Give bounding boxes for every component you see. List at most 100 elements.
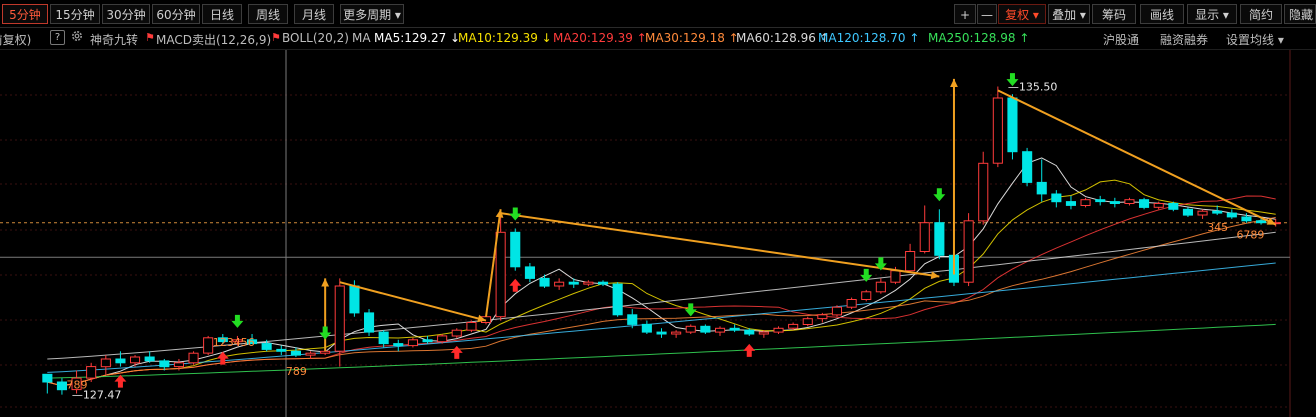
- margin-link[interactable]: 融资融券: [1160, 31, 1208, 48]
- candle-body: [978, 162, 989, 222]
- candle-body: [890, 270, 901, 283]
- gear-icon[interactable]: [70, 29, 84, 43]
- candle-body: [1051, 193, 1062, 203]
- buy-signal-icon: [509, 278, 522, 292]
- candle-body: [1109, 201, 1120, 205]
- trend-arrow-down-1: [339, 281, 487, 322]
- ma-legend-ma250: MA250:128.98 ↑: [928, 31, 1030, 45]
- indicator-ma[interactable]: MA: [352, 31, 371, 45]
- candle-body: [539, 277, 550, 287]
- candle-body: [320, 350, 331, 354]
- candle-body: [203, 337, 214, 354]
- ma-settings-dropdown[interactable]: 设置均线 ▾: [1226, 31, 1284, 48]
- candle-body: [846, 299, 857, 308]
- sell-signal-icon: [319, 326, 332, 340]
- indicator-boll[interactable]: BOLL(20,2): [282, 31, 349, 45]
- candle-body: [861, 291, 872, 301]
- indicator-macd[interactable]: MACD卖出(12,26,9): [156, 31, 271, 48]
- nine-turn-label: 345: [1207, 221, 1228, 234]
- candle-body: [905, 251, 916, 272]
- candle-body: [627, 314, 638, 325]
- candle-body: [802, 318, 813, 326]
- candle-body: [875, 281, 886, 293]
- candle-body: [1153, 203, 1164, 208]
- period-tab-1[interactable]: 15分钟: [50, 4, 100, 24]
- hgt-link[interactable]: 沪股通: [1103, 31, 1139, 48]
- nine-turn-label: 123456: [213, 336, 255, 349]
- candle-body: [758, 331, 769, 335]
- candle-body: [466, 322, 477, 331]
- candle-body: [554, 281, 565, 287]
- candle-body: [378, 331, 389, 345]
- trend-arrow-down-2: [500, 212, 940, 278]
- candle-body: [934, 222, 945, 256]
- candle-body: [1124, 199, 1135, 204]
- candle-body: [919, 222, 930, 252]
- period-tab-3[interactable]: 60分钟: [152, 4, 200, 24]
- ma-line-ma10: [47, 179, 1276, 387]
- candle-body: [992, 97, 1003, 164]
- low-price-label: —127.47: [72, 389, 122, 402]
- candle-body: [159, 360, 170, 368]
- indicator-nine-turn[interactable]: 神奇九转: [90, 31, 138, 48]
- candle-body: [437, 335, 448, 343]
- candle-body: [1139, 199, 1150, 208]
- high-price-label: —135.50: [1008, 81, 1058, 94]
- buy-signal-icon: [743, 343, 756, 357]
- zoom-out-button[interactable]: —: [977, 4, 997, 24]
- ma-legend-ma60: MA60:128.96 ↑: [736, 31, 830, 45]
- period-tab-5[interactable]: 周线: [248, 4, 288, 24]
- candle-body: [715, 327, 726, 333]
- fq-state-label: (前复权): [0, 33, 32, 47]
- show-dropdown[interactable]: 显示 ▾: [1187, 4, 1237, 24]
- nine-turn-label: 6789: [1236, 229, 1264, 242]
- period-tab-0[interactable]: 5分钟: [2, 4, 48, 24]
- candle-body: [349, 285, 360, 314]
- period-tab-4[interactable]: 日线: [202, 4, 242, 24]
- ma-legend-ma5: MA5:129.27 ↓: [374, 31, 461, 45]
- period-tab-7[interactable]: 更多周期 ▾: [340, 4, 404, 24]
- candle-body: [42, 373, 53, 383]
- period-tab-6[interactable]: 月线: [294, 4, 334, 24]
- candle-body: [1080, 199, 1091, 206]
- candle-body: [393, 343, 404, 347]
- candle-body: [56, 381, 68, 391]
- candle-body: [1182, 208, 1194, 216]
- candle-body: [831, 306, 843, 316]
- candle-body: [612, 283, 623, 316]
- help-icon[interactable]: ?: [50, 30, 65, 45]
- fq-dropdown[interactable]: 复权 ▾: [998, 4, 1046, 24]
- candle-body: [598, 281, 609, 285]
- candle-body: [1168, 203, 1179, 210]
- overlay-dropdown[interactable]: 叠加 ▾: [1048, 4, 1090, 24]
- zoom-in-button[interactable]: +: [954, 4, 976, 24]
- kline-chart[interactable]: 7891234567893456789—135.50—127.47: [0, 50, 1316, 417]
- candle-body: [86, 366, 97, 379]
- candle-body: [1256, 220, 1267, 224]
- sell-signal-icon: [933, 188, 946, 202]
- flag-icon: ⚑: [271, 31, 281, 44]
- candle-body: [510, 231, 521, 268]
- candle-body: [290, 350, 301, 356]
- candle-body: [173, 362, 184, 368]
- candle-body: [744, 329, 755, 335]
- draw-button[interactable]: 画线: [1140, 4, 1184, 24]
- simple-button[interactable]: 简约: [1240, 4, 1282, 24]
- candle-body: [583, 281, 594, 285]
- period-toolbar: 5分钟 15分钟 30分钟 60分钟 日线 周线 月线 更多周期 ▾ + — 复权 ▾ 叠加 …: [0, 0, 1316, 28]
- hide-button[interactable]: 隐藏: [1284, 4, 1316, 24]
- candle-body: [568, 281, 579, 285]
- candle-body: [1241, 216, 1252, 222]
- candle-body: [305, 352, 316, 356]
- candle-body: [656, 331, 667, 335]
- ma-legend-ma20: MA20:129.39 ↑: [553, 31, 647, 45]
- candle-body: [115, 358, 126, 364]
- candle-body: [144, 356, 155, 362]
- candle-body: [963, 220, 974, 283]
- indicator-bar: (前复权) ? 神奇九转 ⚑ MACD卖出(12,26,9) ⚑ BOLL(20…: [0, 28, 1316, 50]
- candle-body: [1007, 97, 1018, 153]
- sell-signal-icon: [231, 314, 244, 328]
- period-tab-2[interactable]: 30分钟: [102, 4, 150, 24]
- ma-line-ma20: [47, 195, 1276, 387]
- chips-button[interactable]: 筹码: [1092, 4, 1136, 24]
